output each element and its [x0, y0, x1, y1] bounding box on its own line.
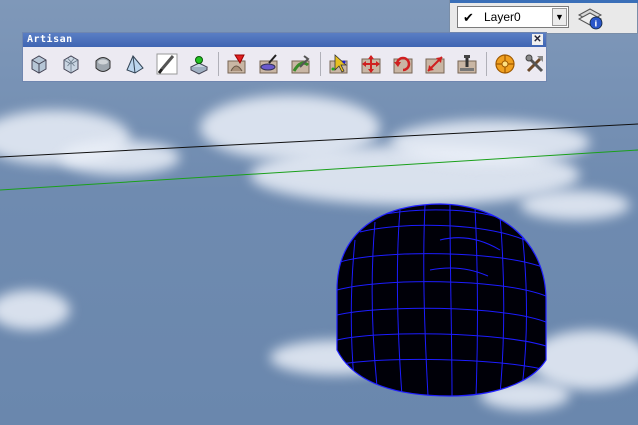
current-layer-value: Layer0	[484, 10, 521, 24]
organizer-button[interactable]	[492, 50, 518, 78]
chevron-down-icon[interactable]: ▼	[552, 8, 567, 26]
layers-toolbar: ✔ Layer0 ▼ i	[449, 0, 638, 34]
toolbar-edge	[450, 0, 638, 3]
current-layer-check-icon: ✔	[463, 10, 474, 25]
toolbar-separator	[486, 52, 487, 76]
subdivide-icon	[63, 55, 79, 74]
knife-subdivide-button[interactable]	[154, 50, 180, 78]
scale-vertices-button[interactable]	[422, 50, 448, 78]
tag-vertices-icon	[189, 56, 209, 75]
artisan-titlebar[interactable]: Artisan ✕	[23, 33, 546, 47]
settings-tools-button[interactable]	[522, 50, 548, 78]
smooth-button[interactable]	[90, 50, 116, 78]
toolbar-title: Artisan	[27, 34, 73, 45]
pinch-brush-button[interactable]	[288, 50, 314, 78]
organizer-icon	[495, 54, 515, 74]
tag-vertices-button[interactable]	[186, 50, 212, 78]
sculpt-brush-button[interactable]	[224, 50, 250, 78]
select-vertices-button[interactable]	[326, 50, 352, 78]
green-axis-line	[0, 149, 638, 191]
dome-mesh[interactable]	[336, 203, 547, 397]
pinch-brush-icon	[291, 55, 310, 74]
svg-text:i: i	[595, 20, 598, 29]
subdivide-button[interactable]	[58, 50, 84, 78]
scale-vertices-icon	[425, 56, 445, 74]
toolbar-separator	[320, 52, 321, 76]
flatten-vertices-button[interactable]	[454, 50, 480, 78]
subdivide-smooth-icon	[31, 55, 47, 74]
crease-icon	[126, 55, 144, 74]
layer-dropdown[interactable]: ✔ Layer0 ▼	[457, 6, 569, 28]
rotate-vertices-button[interactable]	[390, 50, 416, 78]
smooth-icon	[95, 57, 111, 72]
red-axis-line	[0, 123, 638, 158]
layer-manager-icon: i	[577, 8, 603, 30]
subdivide-smooth-button[interactable]	[26, 50, 52, 78]
flatten-vertices-icon	[457, 55, 477, 74]
flatten-brush-icon	[259, 54, 278, 74]
move-vertices-icon	[361, 55, 381, 74]
flatten-brush-button[interactable]	[256, 50, 282, 78]
knife-subdivide-icon	[156, 53, 178, 75]
toolbar-separator	[218, 52, 219, 76]
crease-button[interactable]	[122, 50, 148, 78]
layer-manager-button[interactable]: i	[576, 3, 604, 31]
close-icon[interactable]: ✕	[532, 34, 543, 45]
artisan-toolbar: Artisan ✕	[22, 32, 547, 82]
select-vertices-icon	[329, 54, 348, 74]
settings-tools-icon	[525, 54, 544, 73]
move-vertices-button[interactable]	[358, 50, 384, 78]
rotate-vertices-icon	[393, 56, 413, 74]
sculpt-brush-icon	[227, 54, 246, 74]
